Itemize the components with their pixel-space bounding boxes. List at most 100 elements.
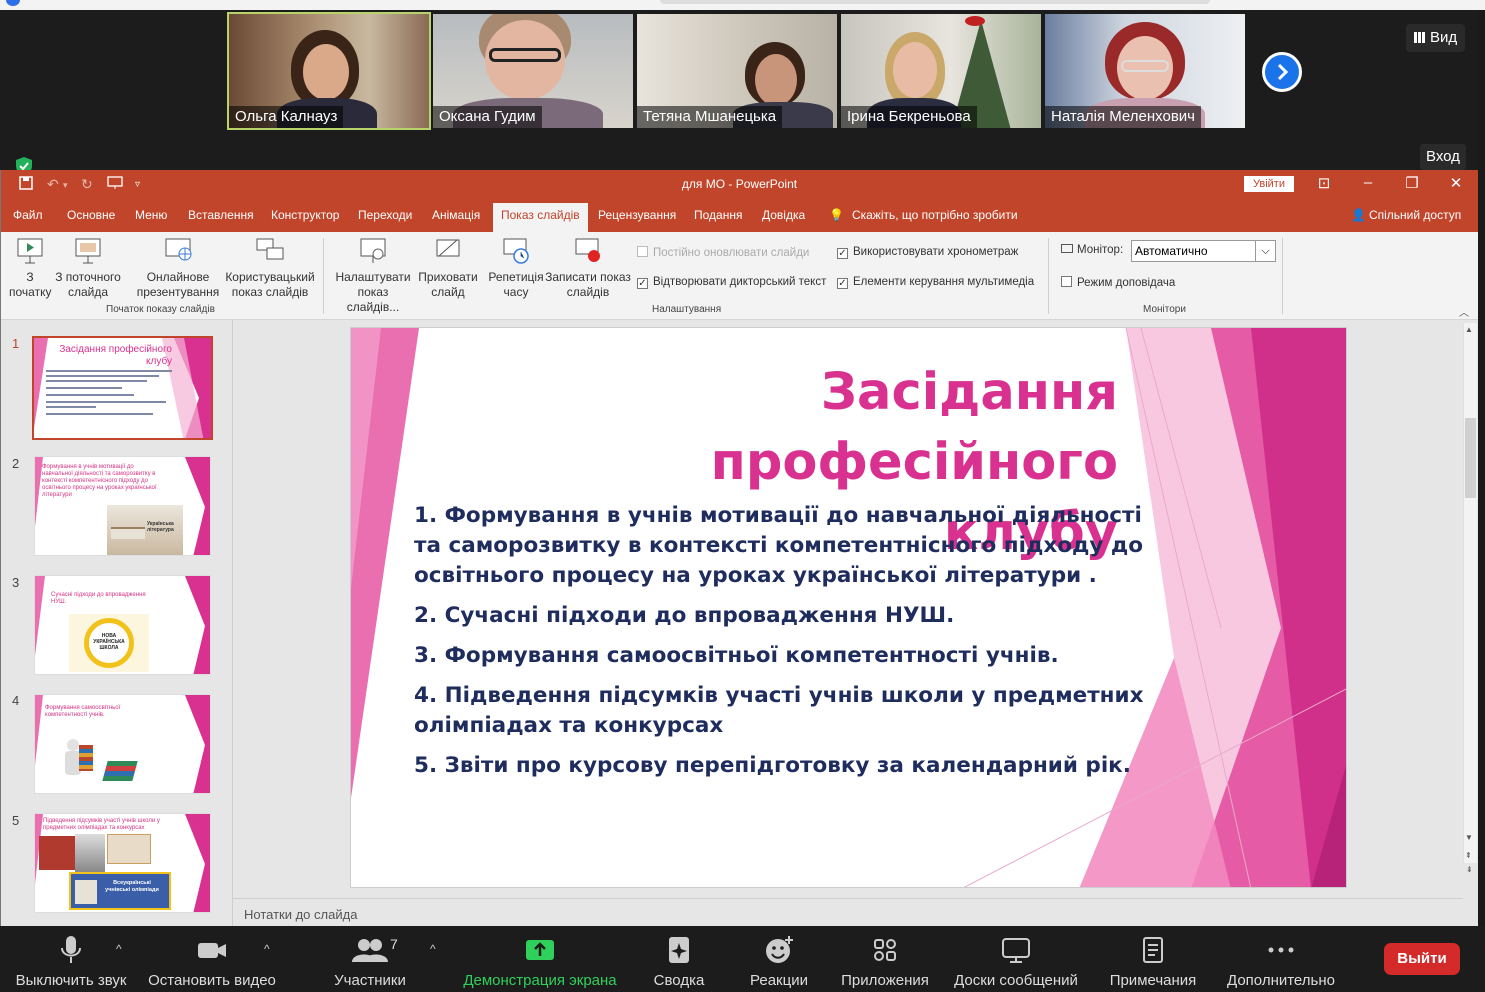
group-separator <box>1282 238 1283 314</box>
participants-button[interactable]: 7 Участники <box>326 934 414 989</box>
slide-thumbnail-3[interactable]: Сучасні підходи до впровадження НУШ. НОВ… <box>34 575 211 675</box>
notes-icon <box>1104 934 1202 966</box>
scroll-up-icon[interactable]: ▲ <box>1465 325 1473 334</box>
media-controls-checkbox[interactable]: ✓ Елементи керування мультимедіа <box>837 276 1034 289</box>
ribbon-tabs: Файл Основне Меню Вставлення Конструктор… <box>1 200 1478 232</box>
olympiad-banner: Всеукраїнські учнівські олімпіади <box>69 872 171 910</box>
video-tile[interactable]: Ірина Бекреньова <box>841 14 1041 128</box>
scrollbar-thumb[interactable] <box>1465 418 1476 498</box>
ribbon-display-icon[interactable]: ⊡ <box>1310 174 1338 192</box>
notes-divider <box>233 898 1463 899</box>
slide-thumbnail-1[interactable]: Засідання професійного клубу <box>32 336 213 440</box>
participants-caret-icon[interactable]: ^ <box>430 942 436 956</box>
video-gallery: Ольга Калнауз Оксана Гудим Тетяна Мшанец… <box>0 10 1478 175</box>
summary-button[interactable]: Сводка <box>644 934 714 989</box>
tab-transitions[interactable]: Переходи <box>358 208 412 222</box>
record-show-button[interactable]: Записати показ слайдів <box>545 236 631 300</box>
group-separator <box>323 238 324 314</box>
main-slide[interactable]: Засідання професійного клубу 1. Формуван… <box>350 327 1347 888</box>
video-tile[interactable]: Оксана Гудим <box>433 14 633 128</box>
tab-insert[interactable]: Вставлення <box>188 208 254 222</box>
olympiad-caption: Всеукраїнські учнівські олімпіади <box>105 880 159 893</box>
agenda-item-2: 2. Сучасні підходи до впровадження НУШ. <box>414 603 955 628</box>
minimize-icon[interactable]: – <box>1354 174 1382 191</box>
stop-video-button[interactable]: Остановить видео <box>148 934 276 989</box>
restore-icon[interactable]: ❐ <box>1398 174 1426 192</box>
tab-home[interactable]: Основне <box>67 208 115 222</box>
from-start-button[interactable]: З початку <box>9 236 51 300</box>
apps-label: Приложения <box>841 972 929 989</box>
tab-help[interactable]: Довідка <box>762 208 805 222</box>
custom-show-button[interactable]: Користувацький показ слайдів <box>223 236 317 300</box>
monitor-select[interactable]: Автоматично ⌵ <box>1131 240 1276 262</box>
play-narration-checkbox[interactable]: ✓ Відтворювати дикторський текст <box>637 276 826 289</box>
scroll-down-icon[interactable]: ▼ <box>1465 833 1473 842</box>
reactions-button[interactable]: Реакции <box>744 934 814 989</box>
participants-label: Участники <box>334 972 406 989</box>
participant-name: Наталія Меленхович <box>1045 106 1201 128</box>
hide-slide-button[interactable]: Приховати слайд <box>417 236 479 300</box>
thumb-text: Сучасні підходи до впровадження НУШ. <box>51 592 146 605</box>
share-button[interactable]: 👤 Спільний доступ <box>1351 208 1461 222</box>
slideshow-current-icon <box>73 236 103 266</box>
tab-animations[interactable]: Анімація <box>432 208 480 222</box>
tab-file[interactable]: Файл <box>13 208 43 222</box>
monitor-label: Монітор: <box>1061 244 1123 256</box>
slide-thumbnail-4[interactable]: Формування самоосвітньої компетентності … <box>34 694 211 794</box>
nush-logo-image: НОВА УКРАЇНСЬКА ШКОЛА <box>69 614 149 672</box>
smiley-icon <box>744 934 814 966</box>
nush-logo-text: НОВА УКРАЇНСЬКА ШКОЛА <box>93 633 125 651</box>
notes-placeholder[interactable]: Нотатки до слайда <box>244 907 357 922</box>
ppt-signin-button[interactable]: Увійти <box>1244 176 1294 192</box>
presenter-view-checkbox[interactable]: Режим доповідача <box>1061 276 1175 289</box>
use-timings-checkbox[interactable]: ✓ Використовувати хронометраж <box>837 246 1018 259</box>
notes-button[interactable]: Примечания <box>1104 934 1202 989</box>
video-options-caret-icon[interactable]: ^ <box>264 942 270 956</box>
share-screen-button[interactable]: Демонстрация экрана <box>460 934 620 989</box>
person-icon: 👤 <box>1351 208 1366 222</box>
slide-number: 1 <box>12 336 20 351</box>
gallery-next-button[interactable] <box>1262 52 1302 92</box>
slideshow-start-icon <box>15 236 45 266</box>
close-icon[interactable]: ✕ <box>1442 174 1470 192</box>
slide-thumbnail-2[interactable]: Формування в учнів мотивації до навчальн… <box>34 456 211 556</box>
setup-show-icon <box>358 236 388 266</box>
tell-me-box[interactable]: 💡 Скажіть, що потрібно зробити <box>829 208 1018 222</box>
audio-options-caret-icon[interactable]: ^ <box>116 942 122 956</box>
always-update-checkbox[interactable]: Постійно оновлювати слайди <box>637 246 809 259</box>
message-boards-button[interactable]: Доски сообщений <box>948 934 1084 989</box>
video-tile[interactable]: Наталія Меленхович <box>1045 14 1245 128</box>
rehearse-label: Репетиція часу <box>488 270 544 299</box>
chevron-right-icon <box>1277 63 1289 81</box>
collapse-ribbon-icon[interactable]: ︿ <box>1459 304 1469 319</box>
apps-button[interactable]: Приложения <box>836 934 934 989</box>
ribbon: З початку З поточного слайда Онлайнове п… <box>1 232 1478 320</box>
view-button[interactable]: Вид <box>1406 24 1466 52</box>
more-dots-icon <box>1222 934 1340 966</box>
checkbox-checked: ✓ <box>837 248 848 259</box>
rehearse-timings-button[interactable]: Репетиція часу <box>487 236 545 300</box>
from-current-button[interactable]: З поточного слайда <box>53 236 123 300</box>
participant-name: Тетяна Мшанецька <box>637 106 783 128</box>
video-tile[interactable]: Ольга Калнауз <box>227 12 431 130</box>
apps-icon <box>836 934 934 966</box>
tab-menu[interactable]: Меню <box>135 208 167 222</box>
leave-meeting-button[interactable]: Выйти <box>1384 943 1460 975</box>
tab-view[interactable]: Подання <box>694 208 742 222</box>
prev-slide-icon[interactable]: ⇞ <box>1465 851 1472 860</box>
tab-slideshow[interactable]: Показ слайдів <box>493 203 588 232</box>
video-tile[interactable]: Тетяна Мшанецька <box>637 14 837 128</box>
next-slide-icon[interactable]: ⇟ <box>1466 865 1473 874</box>
custom-show-label: Користувацький показ слайдів <box>225 270 315 299</box>
reactions-label: Реакции <box>750 972 808 989</box>
chevron-down-icon: ⌵ <box>1255 241 1275 261</box>
signin-button[interactable]: Вход <box>1420 144 1466 170</box>
tab-design[interactable]: Конструктор <box>271 208 339 222</box>
more-button[interactable]: Дополнительно <box>1222 934 1340 989</box>
mute-button[interactable]: Выключить звук <box>12 934 130 989</box>
slide-scrollbar[interactable]: ▲ ▼ ⇞ <box>1463 323 1477 863</box>
online-present-button[interactable]: Онлайнове презентування <box>133 236 223 300</box>
tab-review[interactable]: Рецензування <box>598 208 676 222</box>
slide-thumbnail-5[interactable]: Підведення підсумків участі учнів школи … <box>34 813 211 913</box>
setup-show-button[interactable]: Налаштувати показ слайдів... <box>331 236 415 315</box>
